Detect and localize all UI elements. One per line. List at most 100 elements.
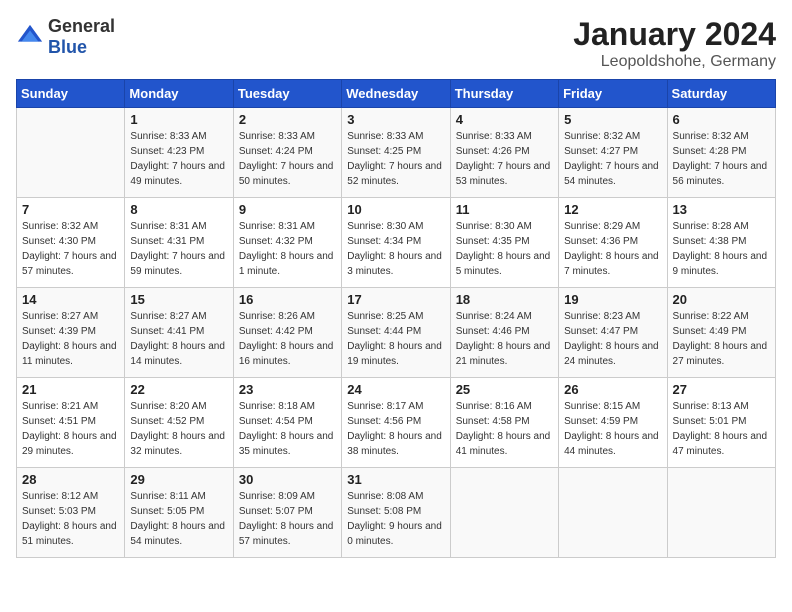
day-number: 14 [22,292,119,307]
week-row-2: 7 Sunrise: 8:32 AMSunset: 4:30 PMDaylight… [17,198,776,288]
calendar-cell: 19 Sunrise: 8:23 AMSunset: 4:47 PMDayligh… [559,288,667,378]
day-number: 10 [347,202,444,217]
calendar-cell: 7 Sunrise: 8:32 AMSunset: 4:30 PMDaylight… [17,198,125,288]
day-info: Sunrise: 8:32 AMSunset: 4:27 PMDaylight:… [564,129,661,189]
day-number: 29 [130,472,227,487]
day-number: 27 [673,382,770,397]
day-info: Sunrise: 8:30 AMSunset: 4:35 PMDaylight:… [456,219,553,279]
calendar-cell: 22Sunrise: 8:20 AMSunset: 4:52 PMDayligh… [125,378,233,468]
calendar-table: SundayMondayTuesdayWednesdayThursdayFrid… [16,79,776,558]
day-number: 12 [564,202,661,217]
weekday-header-sunday: Sunday [17,80,125,108]
day-number: 4 [456,112,553,127]
calendar-cell: 30 Sunrise: 8:09 AMSunset: 5:07 PMDayligh… [233,468,341,558]
day-info: Sunrise: 8:21 AMSunset: 4:51 PMDaylight:… [22,399,119,459]
day-number: 18 [456,292,553,307]
weekday-header-friday: Friday [559,80,667,108]
calendar-cell: 11Sunrise: 8:30 AMSunset: 4:35 PMDayligh… [450,198,558,288]
calendar-cell: 14Sunrise: 8:27 AMSunset: 4:39 PMDayligh… [17,288,125,378]
calendar-cell: 2 Sunrise: 8:33 AMSunset: 4:24 PMDaylight… [233,108,341,198]
day-number: 19 [564,292,661,307]
weekday-header-monday: Monday [125,80,233,108]
day-info: Sunrise: 8:27 AMSunset: 4:41 PMDaylight:… [130,309,227,369]
day-info: Sunrise: 8:08 AMSunset: 5:08 PMDaylight:… [347,489,444,549]
day-number: 25 [456,382,553,397]
day-number: 28 [22,472,119,487]
day-info: Sunrise: 8:26 AMSunset: 4:42 PMDaylight:… [239,309,336,369]
day-info: Sunrise: 8:33 AMSunset: 4:24 PMDaylight:… [239,129,336,189]
day-info: Sunrise: 8:13 AMSunset: 5:01 PMDaylight:… [673,399,770,459]
day-number: 26 [564,382,661,397]
day-number: 20 [673,292,770,307]
weekday-header-thursday: Thursday [450,80,558,108]
day-info: Sunrise: 8:18 AMSunset: 4:54 PMDaylight:… [239,399,336,459]
day-info: Sunrise: 8:33 AMSunset: 4:26 PMDaylight:… [456,129,553,189]
weekday-header-wednesday: Wednesday [342,80,450,108]
day-number: 15 [130,292,227,307]
month-title: January 2024 [573,16,776,53]
day-info: Sunrise: 8:15 AMSunset: 4:59 PMDaylight:… [564,399,661,459]
calendar-cell: 20 Sunrise: 8:22 AMSunset: 4:49 PMDayligh… [667,288,775,378]
calendar-cell: 28 Sunrise: 8:12 AMSunset: 5:03 PMDayligh… [17,468,125,558]
week-row-5: 28 Sunrise: 8:12 AMSunset: 5:03 PMDayligh… [17,468,776,558]
day-number: 7 [22,202,119,217]
calendar-cell: 4 Sunrise: 8:33 AMSunset: 4:26 PMDaylight… [450,108,558,198]
day-number: 17 [347,292,444,307]
logo-icon [16,23,44,51]
day-info: Sunrise: 8:12 AMSunset: 5:03 PMDaylight:… [22,489,119,549]
calendar-body: 1 Sunrise: 8:33 AMSunset: 4:23 PMDaylight… [17,108,776,558]
day-info: Sunrise: 8:33 AMSunset: 4:23 PMDaylight:… [130,129,227,189]
calendar-cell: 27 Sunrise: 8:13 AMSunset: 5:01 PMDayligh… [667,378,775,468]
day-number: 1 [130,112,227,127]
day-number: 6 [673,112,770,127]
day-number: 8 [130,202,227,217]
day-number: 3 [347,112,444,127]
calendar-cell [17,108,125,198]
day-number: 23 [239,382,336,397]
day-info: Sunrise: 8:20 AMSunset: 4:52 PMDaylight:… [130,399,227,459]
week-row-1: 1 Sunrise: 8:33 AMSunset: 4:23 PMDaylight… [17,108,776,198]
weekday-header-row: SundayMondayTuesdayWednesdayThursdayFrid… [17,80,776,108]
day-number: 13 [673,202,770,217]
day-info: Sunrise: 8:11 AMSunset: 5:05 PMDaylight:… [130,489,227,549]
day-number: 5 [564,112,661,127]
logo-text: General Blue [48,16,115,58]
day-info: Sunrise: 8:28 AMSunset: 4:38 PMDaylight:… [673,219,770,279]
calendar-cell: 15 Sunrise: 8:27 AMSunset: 4:41 PMDayligh… [125,288,233,378]
day-info: Sunrise: 8:09 AMSunset: 5:07 PMDaylight:… [239,489,336,549]
calendar-header: SundayMondayTuesdayWednesdayThursdayFrid… [17,80,776,108]
calendar-cell: 6Sunrise: 8:32 AMSunset: 4:28 PMDaylight… [667,108,775,198]
day-number: 24 [347,382,444,397]
day-info: Sunrise: 8:16 AMSunset: 4:58 PMDaylight:… [456,399,553,459]
calendar-cell [559,468,667,558]
day-number: 9 [239,202,336,217]
calendar-cell: 8Sunrise: 8:31 AMSunset: 4:31 PMDaylight… [125,198,233,288]
calendar-cell: 23 Sunrise: 8:18 AMSunset: 4:54 PMDayligh… [233,378,341,468]
day-number: 30 [239,472,336,487]
calendar-cell: 9 Sunrise: 8:31 AMSunset: 4:32 PMDaylight… [233,198,341,288]
calendar-cell: 17Sunrise: 8:25 AMSunset: 4:44 PMDayligh… [342,288,450,378]
day-number: 16 [239,292,336,307]
day-info: Sunrise: 8:32 AMSunset: 4:30 PMDaylight:… [22,219,119,279]
calendar-cell: 3 Sunrise: 8:33 AMSunset: 4:25 PMDaylight… [342,108,450,198]
calendar-cell: 13 Sunrise: 8:28 AMSunset: 4:38 PMDayligh… [667,198,775,288]
calendar-cell: 24Sunrise: 8:17 AMSunset: 4:56 PMDayligh… [342,378,450,468]
day-info: Sunrise: 8:29 AMSunset: 4:36 PMDaylight:… [564,219,661,279]
day-number: 31 [347,472,444,487]
calendar-cell: 5 Sunrise: 8:32 AMSunset: 4:27 PMDaylight… [559,108,667,198]
weekday-header-tuesday: Tuesday [233,80,341,108]
day-info: Sunrise: 8:22 AMSunset: 4:49 PMDaylight:… [673,309,770,369]
day-info: Sunrise: 8:31 AMSunset: 4:32 PMDaylight:… [239,219,336,279]
logo: General Blue [16,16,115,58]
week-row-3: 14Sunrise: 8:27 AMSunset: 4:39 PMDayligh… [17,288,776,378]
calendar-cell: 16 Sunrise: 8:26 AMSunset: 4:42 PMDayligh… [233,288,341,378]
calendar-cell: 29 Sunrise: 8:11 AMSunset: 5:05 PMDayligh… [125,468,233,558]
day-info: Sunrise: 8:23 AMSunset: 4:47 PMDaylight:… [564,309,661,369]
day-number: 2 [239,112,336,127]
calendar-cell: 18Sunrise: 8:24 AMSunset: 4:46 PMDayligh… [450,288,558,378]
logo-blue: Blue [48,37,87,57]
day-number: 21 [22,382,119,397]
weekday-header-saturday: Saturday [667,80,775,108]
day-info: Sunrise: 8:30 AMSunset: 4:34 PMDaylight:… [347,219,444,279]
day-info: Sunrise: 8:33 AMSunset: 4:25 PMDaylight:… [347,129,444,189]
